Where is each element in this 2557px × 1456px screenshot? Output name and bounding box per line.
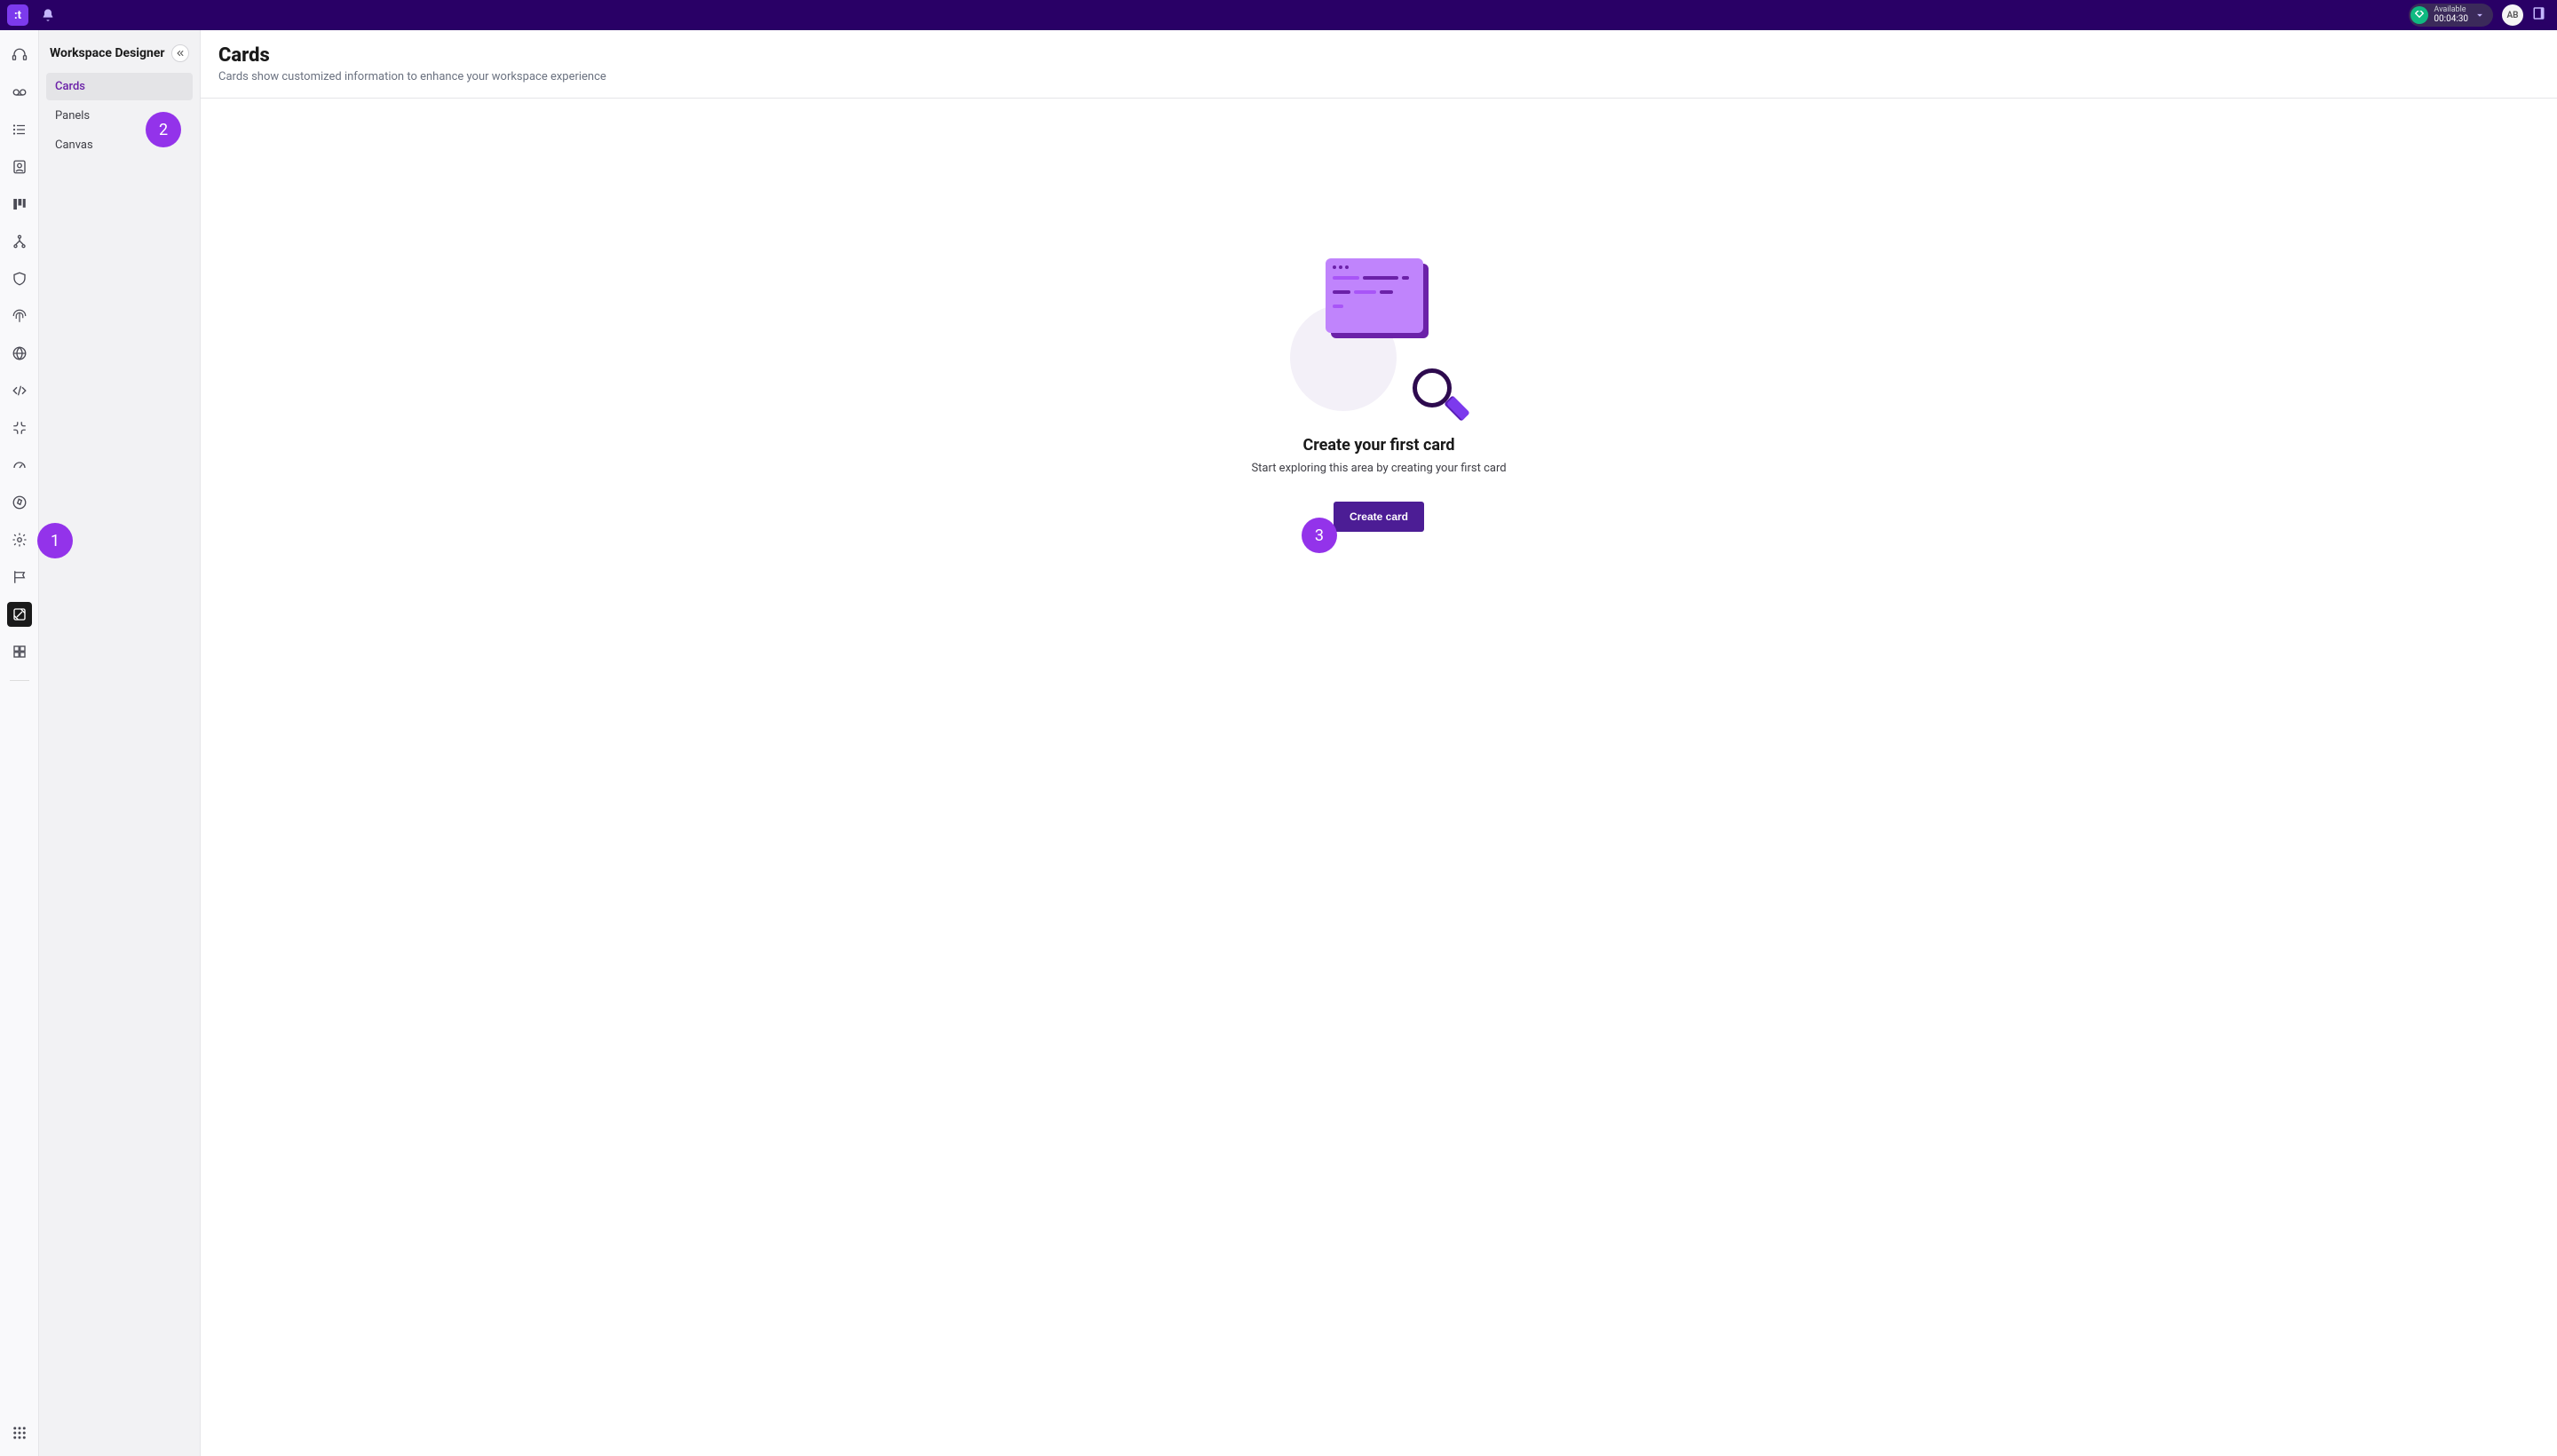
rail-divider xyxy=(10,680,29,681)
nav-designer-icon[interactable] xyxy=(7,602,32,627)
nav-gauge-icon[interactable] xyxy=(7,453,32,478)
empty-state-illustration xyxy=(1299,258,1459,400)
status-available-icon xyxy=(2411,6,2428,24)
empty-state-subtitle: Start exploring this area by creating yo… xyxy=(1251,462,1506,475)
main-content: Cards Cards show customized information … xyxy=(201,30,2557,1456)
nav-voicemail-icon[interactable] xyxy=(7,80,32,105)
user-avatar[interactable]: AB xyxy=(2502,4,2523,26)
nav-contact-icon[interactable] xyxy=(7,154,32,179)
side-panel-toggle-icon[interactable] xyxy=(2532,5,2550,25)
topbar: :t Available 00:04:30 AB xyxy=(0,0,2557,30)
nav-integration-icon[interactable] xyxy=(7,415,32,440)
agent-status-pill[interactable]: Available 00:04:30 xyxy=(2409,4,2493,27)
empty-state-title: Create your first card xyxy=(1302,436,1454,455)
page-title: Cards xyxy=(218,44,2539,67)
chevron-down-icon xyxy=(2474,9,2486,21)
nav-shield-icon[interactable] xyxy=(7,266,32,291)
empty-state: Create your first card Start exploring t… xyxy=(201,99,2557,1456)
nav-compass-icon[interactable] xyxy=(7,490,32,515)
nav-code-icon[interactable] xyxy=(7,378,32,403)
nav-app-launcher-icon[interactable] xyxy=(7,1420,32,1445)
page-description: Cards show customized information to enh… xyxy=(218,70,2539,83)
nav-tickets-icon[interactable] xyxy=(7,565,32,590)
main-header: Cards Cards show customized information … xyxy=(201,30,2557,99)
sidebar-title: Workspace Designer xyxy=(50,46,165,60)
nav-headset-icon[interactable] xyxy=(7,43,32,67)
sidebar: Workspace Designer Cards Panels Canvas xyxy=(39,30,201,1456)
app-logo[interactable]: :t xyxy=(7,4,28,26)
nav-routing-icon[interactable] xyxy=(7,229,32,254)
chevron-left-icon xyxy=(176,49,185,58)
nav-settings-icon[interactable] xyxy=(7,527,32,552)
nav-globe-icon[interactable] xyxy=(7,341,32,366)
create-card-button[interactable]: Create card xyxy=(1334,502,1424,532)
notifications-icon[interactable] xyxy=(39,6,57,24)
step-badge-3: 3 xyxy=(1302,518,1337,553)
sidebar-item-cards[interactable]: Cards xyxy=(46,73,193,100)
status-text: Available 00:04:30 xyxy=(2434,6,2468,25)
nav-kanban-icon[interactable] xyxy=(7,192,32,217)
step-badge-2: 2 xyxy=(146,112,181,147)
collapse-sidebar-button[interactable] xyxy=(171,44,189,62)
nav-rail xyxy=(0,30,39,1456)
nav-fingerprint-icon[interactable] xyxy=(7,304,32,328)
nav-list-icon[interactable] xyxy=(7,117,32,142)
step-badge-1: 1 xyxy=(37,523,73,558)
nav-apps-grid-icon[interactable] xyxy=(7,639,32,664)
